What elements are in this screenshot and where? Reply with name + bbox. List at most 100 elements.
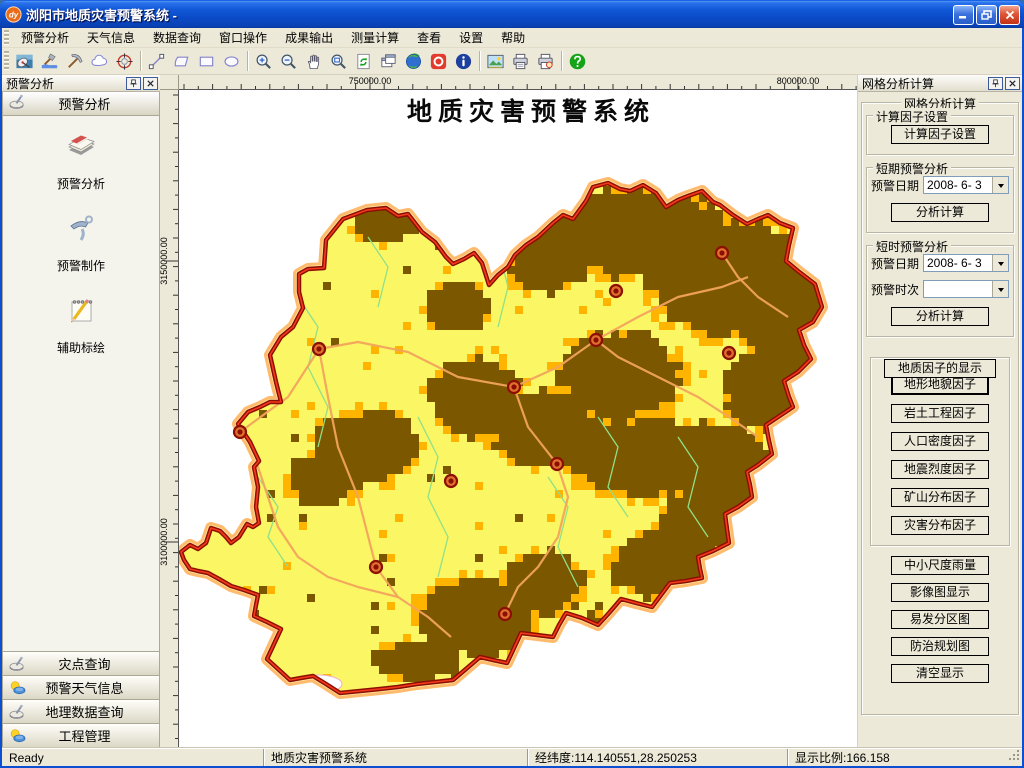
restore-button[interactable] [976,5,997,25]
brush-icon [9,655,27,672]
menu-item-帮助[interactable]: 帮助 [492,27,534,48]
display-button-中小尺度雨量[interactable]: 中小尺度雨量 [891,556,989,575]
map-canvas[interactable]: 地质灾害预警系统 [179,90,857,748]
menu-item-设置[interactable]: 设置 [450,27,492,48]
nowcast-date-label: 预警日期 [871,255,923,272]
nowcast-analyze-button[interactable]: 分析计算 [891,307,989,326]
short-term-date-combo[interactable]: 2008- 6- 3 [923,176,1009,194]
rectangle-icon[interactable] [195,50,218,73]
toolbar-separator [140,51,141,71]
left-panel-bar-地理数据查询[interactable]: 地理数据查询 [3,699,159,723]
weather-icon [9,727,27,744]
menu-item-测量计算[interactable]: 测量计算 [342,27,408,48]
axe-icon[interactable] [38,50,61,73]
brush-icon [9,703,27,720]
left-panel-bar-预警天气信息[interactable]: 预警天气信息 [3,675,159,699]
left-panel-bar-灾点查询[interactable]: 灾点查询 [3,651,159,675]
left-panel: 预警分析 预警分析 预警分析预警制作辅助标绘 灾点查询预警天气信息地理数据查询工… [2,75,160,748]
ruler-left: 3150000.003100000.00 [160,90,179,748]
display-button-防治规划图[interactable]: 防治规划图 [891,637,989,656]
factor-settings-group: 计算因子设置 计算因子设置 [866,115,1014,155]
chevron-down-icon[interactable] [992,281,1008,297]
nowcast-date-combo[interactable]: 2008- 6- 3 [923,254,1009,272]
left-panel-item-预警制作[interactable]: 预警制作 [3,210,159,274]
toolbar-separator [247,51,248,71]
ellipse-icon[interactable] [220,50,243,73]
polygon-icon[interactable] [170,50,193,73]
target-icon[interactable] [113,50,136,73]
left-panel-item-预警分析[interactable]: 预警分析 [3,128,159,192]
help-icon[interactable] [566,50,589,73]
info-icon[interactable] [452,50,475,73]
menu-item-预警分析[interactable]: 预警分析 [12,27,78,48]
left-panel-item-label: 预警分析 [57,175,105,192]
image-icon[interactable] [484,50,507,73]
factor-button-人口密度因子[interactable]: 人口密度因子 [891,432,989,451]
display-button-易发分区图[interactable]: 易发分区图 [891,610,989,629]
left-panel-close-button[interactable] [143,77,158,90]
print-preview-icon[interactable] [534,50,557,73]
menu-item-成果输出[interactable]: 成果输出 [276,27,342,48]
nowcast-time-combo[interactable] [923,280,1009,298]
factor-button-岩土工程因子[interactable]: 岩土工程因子 [891,404,989,423]
toolbar-separator [561,51,562,71]
chevron-down-icon[interactable] [992,177,1008,193]
factor-settings-button[interactable]: 计算因子设置 [891,125,989,144]
menu-item-数据查询[interactable]: 数据查询 [144,27,210,48]
menu-item-天气信息[interactable]: 天气信息 [78,27,144,48]
left-panel-pin-button[interactable] [126,77,141,90]
print-icon[interactable] [509,50,532,73]
toolbar-grip[interactable] [4,51,9,72]
left-panel-item-辅助标绘[interactable]: 辅助标绘 [3,292,159,356]
cascade-icon[interactable] [377,50,400,73]
cloud-icon[interactable] [88,50,111,73]
left-panel-header[interactable]: 预警分析 [3,92,159,116]
pan-icon[interactable] [302,50,325,73]
left-panel-title: 预警分析 [6,75,124,92]
satellite-icon[interactable] [13,50,36,73]
globe-icon[interactable] [402,50,425,73]
map-area: 750000.00800000.00 3150000.003100000.00 … [160,75,857,748]
grid-analysis-group: 网格分析计算 计算因子设置 计算因子设置 短期预警分析 预警日期 2008- 6… [861,102,1019,715]
menu-grip[interactable] [4,30,9,45]
short-term-analyze-button[interactable]: 分析计算 [891,203,989,222]
notepad-icon [63,292,99,333]
right-panel-close-button[interactable] [1005,77,1020,90]
toolbar-separator [479,51,480,71]
weather-icon [9,679,27,696]
pick-icon[interactable] [63,50,86,73]
zoom-window-icon[interactable] [327,50,350,73]
factor-button-地震烈度因子[interactable]: 地震烈度因子 [891,460,989,479]
left-panel-spacer [3,356,159,651]
resize-grip[interactable] [1009,750,1021,765]
ruler-corner [160,75,179,90]
display-button-清空显示[interactable]: 清空显示 [891,664,989,683]
window-title: 浏阳市地质灾害预警系统 - [26,5,953,24]
chevron-down-icon[interactable] [992,255,1008,271]
refresh-icon[interactable] [352,50,375,73]
geology-factor-display-button[interactable]: 地质因子的显示 [884,359,996,378]
geology-factor-frame: 地质因子的显示 地形地貌因子岩土工程因子人口密度因子地震烈度因子矿山分布因子灾害… [870,357,1010,546]
factor-button-灾害分布因子[interactable]: 灾害分布因子 [891,516,989,535]
minimize-button[interactable] [953,5,974,25]
factor-button-矿山分布因子[interactable]: 矿山分布因子 [891,488,989,507]
title-bar[interactable]: dy 浏阳市地质灾害预警系统 - [0,0,1024,28]
stop-icon[interactable] [427,50,450,73]
menu-item-窗口操作[interactable]: 窗口操作 [210,27,276,48]
right-panel-pin-button[interactable] [988,77,1003,90]
left-panel-bar-工程管理[interactable]: 工程管理 [3,723,159,747]
toolbar [2,48,1022,75]
display-button-影像图显示[interactable]: 影像图显示 [891,583,989,602]
zoom-out-icon[interactable] [277,50,300,73]
nowcast-date-value: 2008- 6- 3 [924,255,991,271]
menu-bar: 预警分析天气信息数据查询窗口操作成果输出测量计算查看设置帮助 [2,28,1022,48]
close-button[interactable] [999,5,1020,25]
ruler-top: 750000.00800000.00 [179,75,857,90]
menu-item-查看[interactable]: 查看 [408,27,450,48]
right-panel: 网格分析计算 网格分析计算 计算因子设置 计算因子设置 短期预警分析 [857,75,1022,748]
bar-item-label: 工程管理 [32,726,159,745]
zoom-in-icon[interactable] [252,50,275,73]
line-icon[interactable] [145,50,168,73]
left-panel-header-label: 预警分析 [30,94,159,113]
status-panel-1: 地质灾害预警系统 [263,749,527,766]
